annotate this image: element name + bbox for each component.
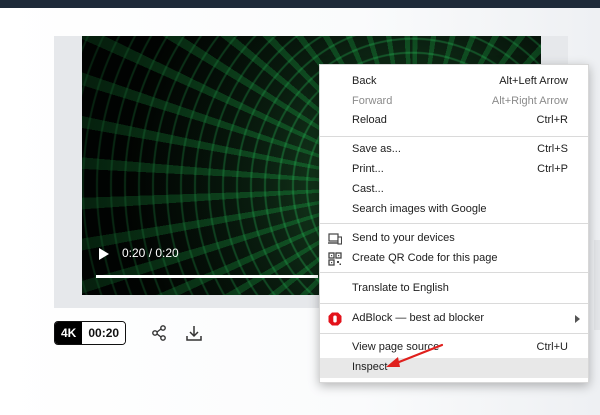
- menu-item-shortcut: Ctrl+U: [536, 341, 568, 353]
- menu-item-adblock[interactable]: AdBlock — best ad blocker: [320, 309, 588, 329]
- menu-item-label: Translate to English: [352, 282, 449, 294]
- menu-item-label: Send to your devices: [352, 232, 455, 244]
- video-badges: 4K 00:20: [54, 321, 127, 345]
- menu-item-label: Reload: [352, 114, 387, 126]
- menu-item-shortcut: Ctrl+P: [537, 163, 568, 175]
- menu-separator: [320, 272, 588, 273]
- menu-item-label: Forward: [352, 95, 393, 107]
- scrollbar[interactable]: [594, 240, 600, 330]
- menu-item-translate[interactable]: Translate to English: [320, 279, 588, 299]
- menu-item-shortcut: Ctrl+S: [537, 143, 568, 155]
- menu-item-label: View page source: [352, 341, 440, 353]
- adblock-icon: [328, 312, 342, 326]
- menu-item-view-page-source[interactable]: View page source Ctrl+U: [320, 338, 588, 358]
- menu-item-label: Inspect: [352, 361, 388, 373]
- menu-item-print[interactable]: Print... Ctrl+P: [320, 160, 588, 180]
- site-header-bar: [0, 0, 600, 8]
- menu-separator: [320, 333, 588, 334]
- download-icon[interactable]: [185, 324, 203, 342]
- menu-item-shortcut: Alt+Left Arrow: [499, 75, 568, 87]
- context-menu: Back Alt+Left Arrow Forward Alt+Right Ar…: [319, 64, 589, 383]
- menu-item-search-images[interactable]: Search images with Google: [320, 200, 588, 220]
- menu-item-shortcut: Alt+Right Arrow: [491, 95, 568, 107]
- menu-item-forward[interactable]: Forward Alt+Right Arrow: [320, 92, 588, 112]
- menu-item-label: Back: [352, 75, 377, 87]
- menu-item-label: AdBlock — best ad blocker: [352, 312, 485, 324]
- menu-item-back[interactable]: Back Alt+Left Arrow: [320, 72, 588, 92]
- menu-separator: [320, 136, 588, 137]
- video-time: 0:20 / 0:20: [122, 246, 179, 260]
- menu-item-label: Save as...: [352, 143, 401, 155]
- menu-item-create-qr-code[interactable]: Create QR Code for this page: [320, 249, 588, 269]
- share-icon[interactable]: [150, 324, 168, 342]
- duration-badge: 00:20: [82, 322, 126, 344]
- menu-item-label: Create QR Code for this page: [352, 252, 498, 264]
- menu-item-send-to-devices[interactable]: Send to your devices: [320, 229, 588, 249]
- qr-code-icon: [328, 252, 342, 266]
- menu-separator: [320, 303, 588, 304]
- menu-item-label: Print...: [352, 163, 384, 175]
- quality-badge: 4K: [55, 322, 83, 344]
- menu-item-save-as[interactable]: Save as... Ctrl+S: [320, 140, 588, 160]
- menu-item-inspect[interactable]: Inspect: [320, 358, 588, 378]
- device-icon: [328, 232, 343, 246]
- play-icon[interactable]: [99, 248, 109, 260]
- menu-item-reload[interactable]: Reload Ctrl+R: [320, 111, 588, 131]
- menu-item-shortcut: Ctrl+R: [536, 114, 568, 126]
- menu-item-label: Search images with Google: [352, 203, 487, 215]
- submenu-arrow-icon: [575, 315, 580, 323]
- menu-item-label: Cast...: [352, 183, 384, 195]
- menu-separator: [320, 223, 588, 224]
- video-progress-bar[interactable]: [96, 275, 318, 278]
- menu-item-cast[interactable]: Cast...: [320, 180, 588, 200]
